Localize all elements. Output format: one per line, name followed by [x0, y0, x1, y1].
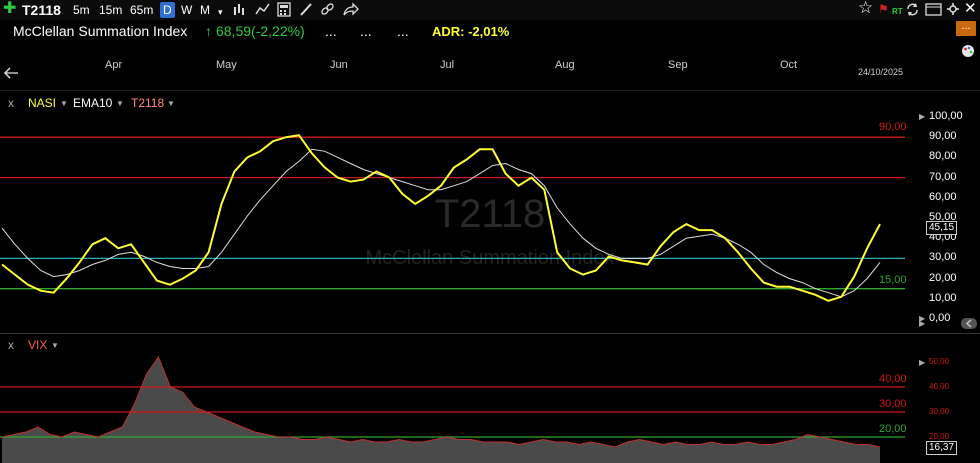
last-value-badge: 45,15: [926, 221, 958, 235]
close-icon[interactable]: ✕: [964, 1, 977, 17]
quote-dots-3: ...: [397, 23, 409, 39]
indicators-icon[interactable]: [255, 2, 271, 17]
calculator-icon[interactable]: [277, 2, 292, 17]
pane-separator: [0, 333, 980, 334]
chart-header: McClellan Summation Index ↑ 68,59(-2,22%…: [0, 20, 980, 42]
vix-axis-label: 20,00: [929, 432, 950, 441]
flag-icon[interactable]: ⚑: [878, 1, 889, 17]
vix-chart[interactable]: [0, 345, 980, 463]
period-day[interactable]: D: [160, 2, 175, 18]
axis-tick-arrow-icon: ▶: [919, 112, 926, 121]
axis-scroll-icon[interactable]: [960, 317, 978, 330]
vix-area: [2, 357, 880, 463]
period-65m[interactable]: 65m: [130, 2, 153, 18]
nasi-chart[interactable]: T2118 McClellan Summation Index: [0, 92, 980, 332]
y-axis-label: 0,00: [929, 312, 951, 324]
chart-title: McClellan Summation Index: [13, 23, 188, 39]
time-axis: Apr May Jun Jul Aug Sep Oct 24/10/2025: [0, 55, 920, 77]
y-axis-label: 30,00: [929, 251, 957, 264]
axis-arrow-icon: ▶: [919, 319, 926, 328]
chart-type-icon[interactable]: [232, 2, 248, 17]
y-axis-label: 90,00: [929, 130, 957, 143]
period-week[interactable]: W: [181, 2, 192, 18]
pencil-icon[interactable]: [299, 2, 314, 17]
palette-icon[interactable]: [961, 44, 975, 58]
more-options-button[interactable]: ...: [956, 21, 976, 36]
month-label: May: [216, 59, 237, 71]
y-axis-label: 10,00: [929, 291, 957, 304]
month-label: Sep: [668, 59, 688, 71]
favorite-star-icon[interactable]: ☆: [858, 0, 873, 16]
y-axis-label: 70,00: [929, 170, 957, 183]
toolbar: ✚ T2118 5m 15m 65m D W M ▾ ☆ ⚑ RT ✕: [0, 0, 980, 20]
month-label: Jun: [330, 59, 348, 71]
scroll-left-icon[interactable]: [3, 66, 19, 80]
vix-line-label-40: 40,00: [879, 373, 907, 385]
symbol-field[interactable]: T2118: [22, 2, 61, 18]
vix-line-label-20: 20,00: [879, 423, 907, 435]
period-month[interactable]: M: [200, 2, 210, 18]
sync-icon[interactable]: [906, 3, 919, 16]
add-symbol-icon[interactable]: ✚: [3, 1, 16, 17]
adr-value: ADR: -2,01%: [432, 24, 510, 39]
month-label: Aug: [555, 59, 575, 71]
period-15m[interactable]: 15m: [99, 2, 122, 18]
quote-dots-1: ...: [325, 23, 337, 39]
current-date: 24/10/2025: [858, 67, 904, 77]
vix-last-value-badge: 16,37: [926, 441, 958, 455]
month-label: Oct: [780, 59, 798, 71]
y-axis-label: 80,00: [929, 150, 957, 163]
vix-line-label-30: 30,00: [879, 398, 907, 410]
quote-dots-2: ...: [360, 23, 372, 39]
settings-gear-icon[interactable]: [947, 3, 959, 15]
vix-axis-arrow-icon: ▶: [919, 358, 926, 367]
link-icon[interactable]: [320, 2, 335, 17]
y-axis-label: 100,00: [929, 110, 963, 122]
y-axis-label: 20,00: [929, 271, 957, 284]
watermark-symbol: T2118: [435, 192, 545, 236]
line-label-90: 90,00: [879, 121, 907, 133]
price-change: 68,59(-2,22%): [216, 23, 305, 39]
month-label: Jul: [440, 59, 455, 71]
up-arrow-icon: ↑: [205, 23, 212, 39]
month-label: Apr: [105, 59, 123, 71]
period-dropdown-icon[interactable]: ▾: [218, 4, 223, 20]
line-label-15: 15,00: [879, 274, 907, 286]
vix-axis-label: 40,00: [929, 382, 950, 391]
vix-axis-label: 50,00: [929, 357, 950, 366]
window-tile-icon[interactable]: [925, 3, 942, 16]
pane-separator: [0, 90, 980, 91]
share-icon[interactable]: [342, 2, 359, 17]
realtime-rt-icon[interactable]: RT: [892, 4, 903, 20]
y-axis-label: 60,00: [929, 190, 957, 203]
period-5m[interactable]: 5m: [73, 2, 90, 18]
vix-axis-label: 30,00: [929, 407, 950, 416]
